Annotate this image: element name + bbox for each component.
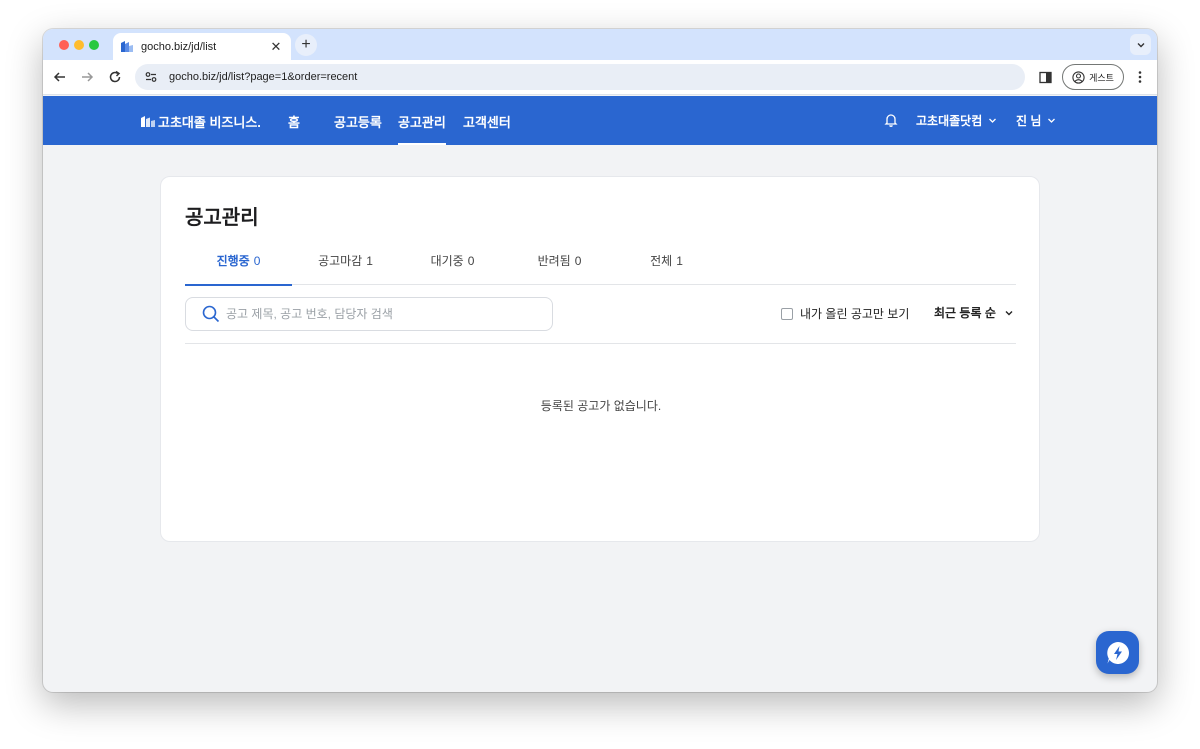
- chevron-down-icon: [1137, 42, 1144, 47]
- status-tabs: 진행중 0 공고마감 1 대기중 0 반려됨 0 전체 1: [185, 236, 1016, 286]
- forward-button[interactable]: [78, 68, 96, 86]
- sort-dropdown[interactable]: 최근 등록 순: [934, 304, 1014, 321]
- divider: [185, 343, 1016, 344]
- chevron-down-icon: [1048, 118, 1056, 123]
- minimize-window-button[interactable]: [74, 40, 84, 50]
- company-dropdown[interactable]: 고초대졸닷컴: [916, 112, 997, 129]
- nav-job-register[interactable]: 공고등록: [334, 112, 382, 131]
- tab-label: 대기중: [430, 254, 464, 268]
- tab-label: 전체: [650, 254, 673, 268]
- mine-only-filter[interactable]: 내가 올린 공고만 보기: [781, 305, 909, 322]
- page-title: 공고관리: [185, 207, 259, 229]
- browser-window: gocho.biz/jd/list ✕ + gocho.biz/jd/list?…: [43, 29, 1157, 692]
- arrow-left-icon: [53, 72, 65, 82]
- nav-job-manage[interactable]: 공고관리: [398, 112, 446, 145]
- tab-in-progress[interactable]: 진행중 0: [185, 236, 292, 286]
- address-bar[interactable]: gocho.biz/jd/list?page=1&order=recent: [135, 64, 1025, 90]
- tab-closed[interactable]: 공고마감 1: [292, 236, 399, 285]
- tab-strip: gocho.biz/jd/list ✕ +: [43, 29, 1157, 60]
- empty-message: 등록된 공고가 없습니다.: [540, 399, 662, 413]
- browser-tab[interactable]: gocho.biz/jd/list ✕: [113, 33, 291, 60]
- new-tab-button[interactable]: +: [295, 34, 317, 56]
- search-input[interactable]: [226, 307, 526, 321]
- tab-label: 반려됨: [537, 254, 571, 268]
- mine-only-checkbox[interactable]: [781, 307, 793, 320]
- user-name: 진 님: [1016, 114, 1042, 128]
- more-vertical-icon: [1138, 71, 1142, 83]
- bell-icon[interactable]: [883, 112, 899, 128]
- tab-pending[interactable]: 대기중 0: [399, 236, 506, 285]
- user-dropdown[interactable]: 진 님: [1016, 112, 1056, 129]
- logo-text: 고초대졸 비즈니스.: [158, 115, 261, 130]
- search-box[interactable]: [185, 297, 553, 331]
- profile-button[interactable]: 게스트: [1062, 64, 1124, 90]
- site-header: 고초대졸 비즈니스. 홈 공고등록 공고관리 고객센터 고초대졸닷컴 진 님: [43, 96, 1157, 145]
- close-window-button[interactable]: [59, 40, 69, 50]
- mine-only-label: 내가 올린 공고만 보기: [800, 307, 910, 321]
- tab-label: 진행중: [216, 254, 250, 268]
- tab-close-icon[interactable]: ✕: [269, 39, 283, 54]
- browser-toolbar: gocho.biz/jd/list?page=1&order=recent 게스…: [43, 60, 1157, 95]
- tab-search-button[interactable]: [1130, 34, 1151, 55]
- sort-label: 최근 등록 순: [934, 306, 996, 320]
- arrow-right-icon: [82, 72, 94, 82]
- job-management-card: 공고관리 진행중0 공고마감1 대기중0 반려됨0 전체1 내가 올린: [160, 176, 1040, 542]
- browser-menu-button[interactable]: [1131, 68, 1149, 86]
- chevron-down-icon: [1005, 310, 1013, 315]
- back-button[interactable]: [51, 68, 69, 86]
- maximize-window-button[interactable]: [89, 40, 99, 50]
- account-circle-icon: [1072, 70, 1085, 84]
- search-icon: [202, 305, 220, 323]
- nav-home[interactable]: 홈: [288, 112, 300, 131]
- side-panel-button[interactable]: [1036, 68, 1054, 86]
- chat-bolt-icon: [1106, 641, 1129, 664]
- url-text: gocho.biz/jd/list?page=1&order=recent: [169, 71, 358, 83]
- tab-all[interactable]: 전체 1: [613, 236, 720, 285]
- profile-label: 게스트: [1089, 72, 1114, 83]
- nav-customer-center[interactable]: 고객센터: [463, 112, 511, 131]
- logo-icon: [141, 116, 155, 127]
- reload-button[interactable]: [106, 68, 124, 86]
- tab-title: gocho.biz/jd/list: [141, 40, 217, 53]
- chat-support-button[interactable]: [1096, 631, 1139, 674]
- tab-count: 0: [574, 253, 582, 268]
- tab-count: 1: [366, 253, 373, 268]
- tab-rejected[interactable]: 반려됨 0: [506, 236, 613, 285]
- site-logo[interactable]: 고초대졸 비즈니스.: [141, 112, 261, 131]
- side-panel-icon: [1038, 71, 1052, 83]
- site-settings-icon[interactable]: [143, 69, 159, 85]
- tab-count: 1: [676, 253, 683, 268]
- tab-label: 공고마감: [318, 254, 363, 268]
- tab-count: 0: [253, 253, 261, 268]
- site-favicon-icon: [121, 41, 133, 52]
- company-name: 고초대졸닷컴: [916, 114, 983, 128]
- reload-icon: [109, 70, 121, 83]
- chevron-down-icon: [989, 118, 997, 123]
- tab-count: 0: [467, 253, 475, 268]
